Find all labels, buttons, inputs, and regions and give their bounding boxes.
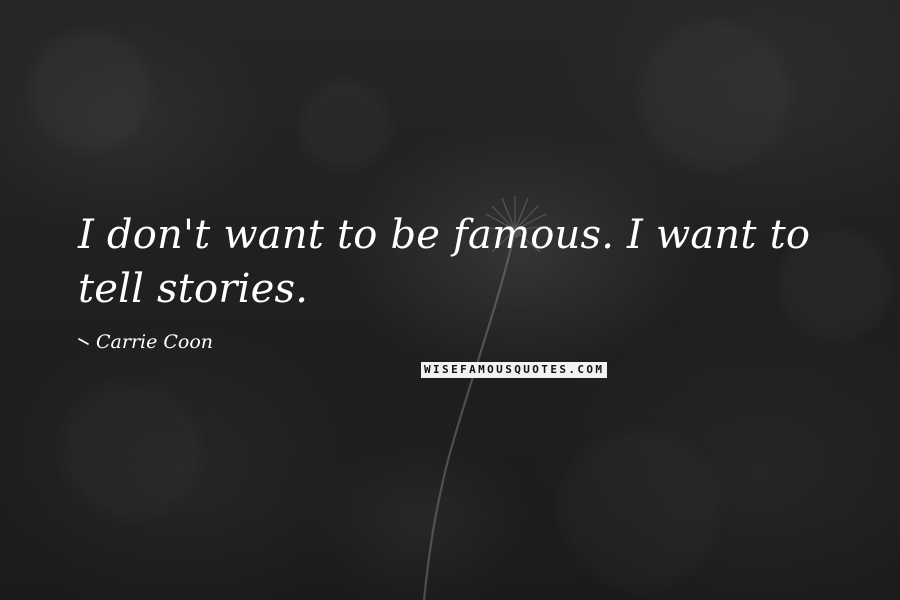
dash-icon (78, 338, 89, 345)
quote-image: I don't want to be famous. I want to tel… (0, 0, 900, 600)
author-attribution: Carrie Coon (78, 330, 213, 354)
quote-text: I don't want to be famous. I want to tel… (78, 212, 811, 312)
watermark-logo: WISEFAMOUSQUOTES.COM (421, 362, 608, 378)
author-name: Carrie Coon (96, 331, 214, 353)
